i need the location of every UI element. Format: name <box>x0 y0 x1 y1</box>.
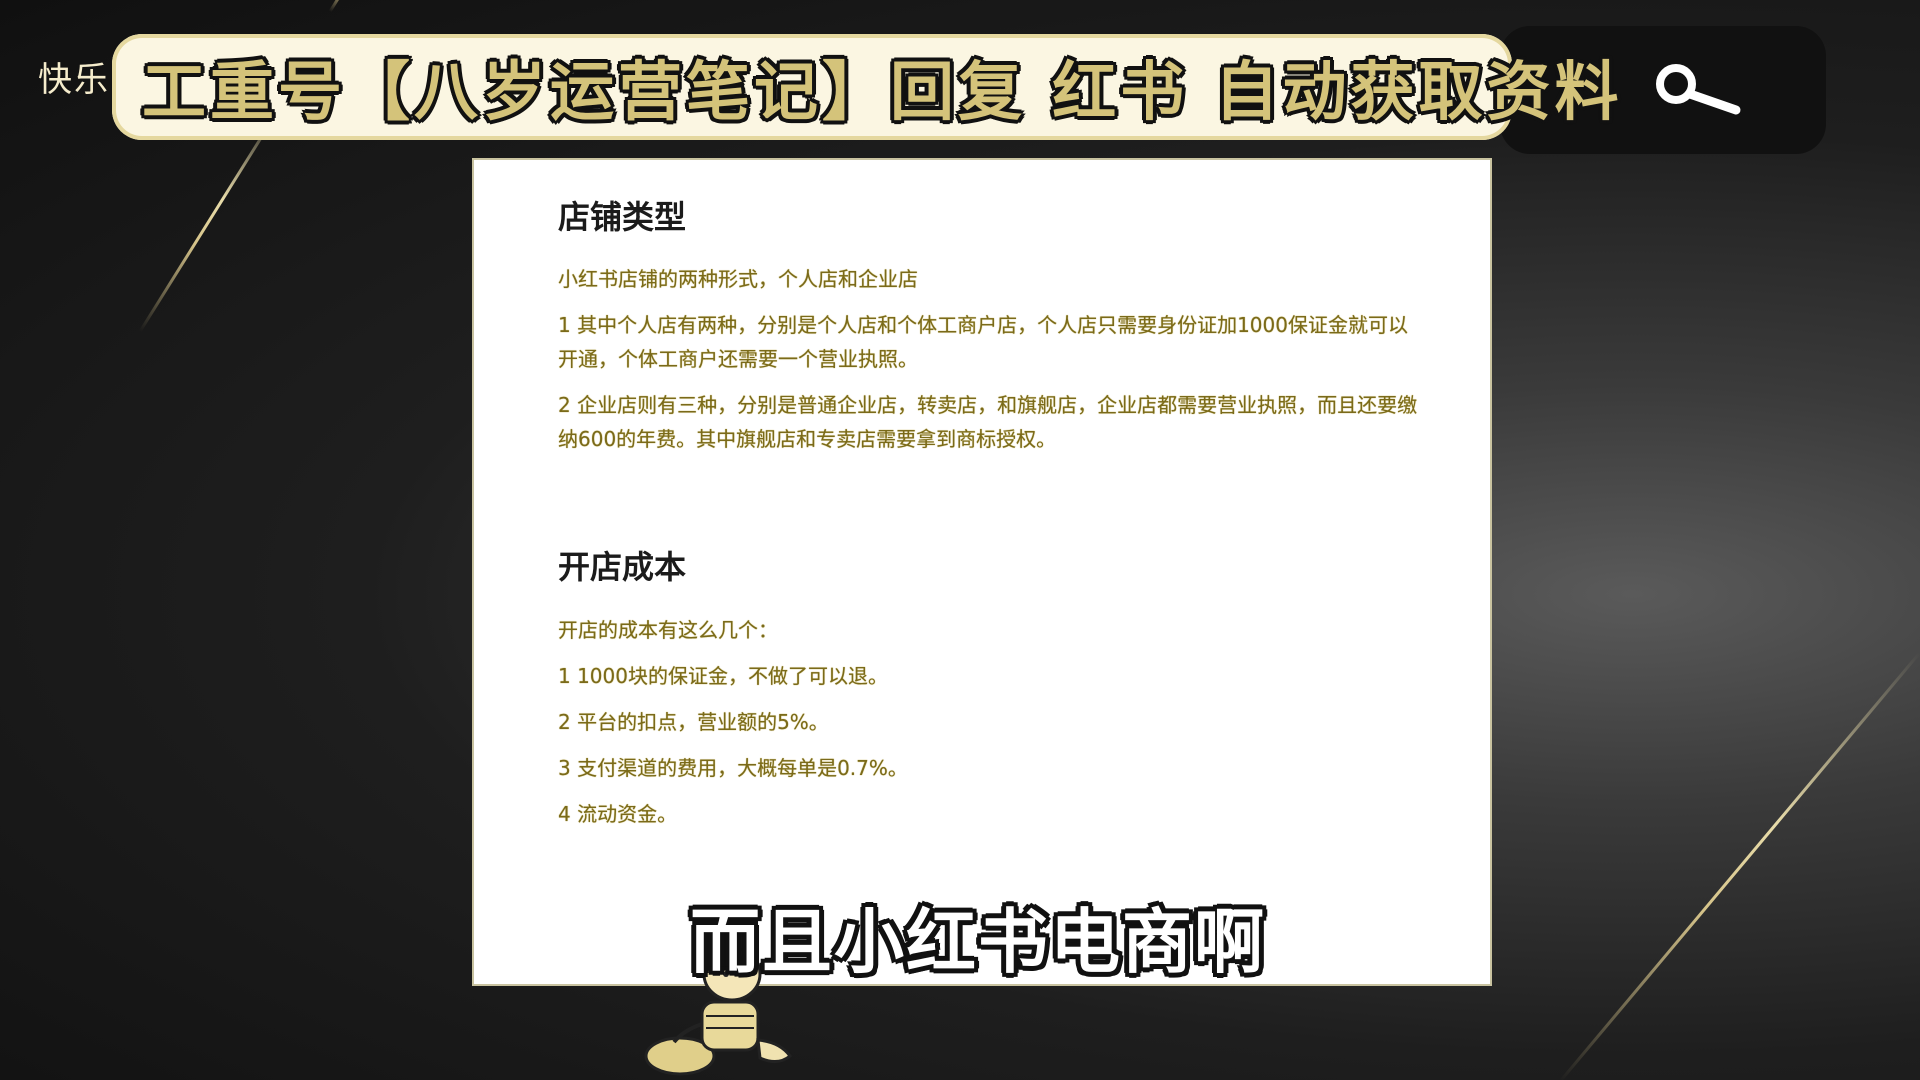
video-frame: 工重号【八岁运营笔记】回复 红书 自动获取资料 快乐 店铺类型 小红书店铺的两种… <box>0 0 1920 1080</box>
promo-banner: 工重号【八岁运营笔记】回复 红书 自动获取资料 <box>112 34 1619 140</box>
section-opening-costs: 开店成本 开店的成本有这么几个： 1 1000块的保证金，不做了可以退。 2 平… <box>558 548 1418 830</box>
paragraph: 1 其中个人店有两种，分别是个人店和个体工商户店，个人店只需要身份证加1000保… <box>558 313 1408 372</box>
paragraph: 2 平台的扣点，营业额的5%。 <box>558 709 829 734</box>
paragraph: 2 企业店则有三种，分别是普通企业店，转卖店，和旗舰店，企业店都需要营业执照，而… <box>558 393 1418 452</box>
channel-watermark: 快乐 <box>38 60 110 100</box>
gold-diagonal-line <box>138 110 280 333</box>
paragraph: 小红书店铺的两种形式，个人店和企业店 <box>558 267 918 292</box>
paragraph: 3 支付渠道的费用，大概每单是0.7%。 <box>558 755 908 780</box>
paragraph: 4 流动资金。 <box>558 801 678 826</box>
video-subtitle: 而且小红书电商啊 <box>690 901 1266 983</box>
gold-diagonal-line <box>328 0 369 13</box>
document-content: 店铺类型 小红书店铺的两种形式，个人店和企业店 1 其中个人店有两种，分别是个人… <box>558 198 1418 843</box>
document-page: 店铺类型 小红书店铺的两种形式，个人店和企业店 1 其中个人店有两种，分别是个人… <box>472 158 1492 986</box>
paragraph: 开店的成本有这么几个： <box>558 617 778 642</box>
paragraph: 1 1000块的保证金，不做了可以退。 <box>558 663 888 688</box>
search-icon <box>1656 64 1741 115</box>
section-title: 店铺类型 <box>558 198 687 236</box>
promo-banner-text: 工重号【八岁运营笔记】回复 红书 自动获取资料 <box>142 56 1623 130</box>
section-title: 开店成本 <box>558 548 687 587</box>
section-shop-types: 店铺类型 小红书店铺的两种形式，个人店和企业店 1 其中个人店有两种，分别是个人… <box>558 198 1418 456</box>
gold-diagonal-line <box>1558 651 1920 1080</box>
